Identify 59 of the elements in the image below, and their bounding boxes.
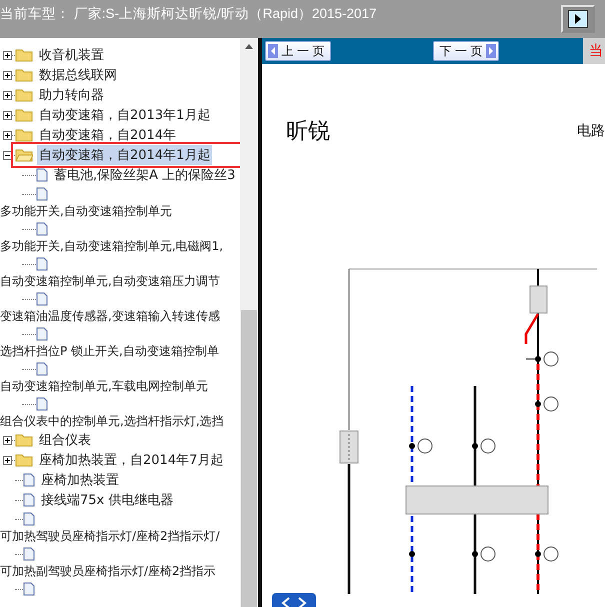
expand-icon[interactable] (3, 436, 12, 444)
scrollbar[interactable] (240, 38, 258, 607)
tree-folder[interactable]: 助力转向器 (37, 85, 106, 105)
tree-folder[interactable]: 座椅加热装置，自2014年7月起 (37, 450, 226, 470)
vehicle-title: 当前车型： 厂家:S-上海斯柯达昕锐/昕动（Rapid）2015-2017 (0, 5, 377, 23)
left-arrow-icon (268, 44, 278, 58)
next-page-button[interactable]: 下 一 页 (433, 41, 499, 61)
tree-item[interactable]: 座椅加热装置 (39, 470, 121, 490)
document-icon (23, 512, 35, 526)
tree-item[interactable]: 自动变速箱控制单元,车载电网控制单元 (0, 378, 208, 395)
panel-toggle-button[interactable] (561, 5, 595, 33)
tree-folder[interactable]: 收音机装置 (37, 45, 106, 65)
tree-folder[interactable]: 数据总线联网 (37, 65, 119, 85)
folder-icon (15, 453, 33, 467)
document-icon (36, 257, 48, 271)
document-icon (36, 222, 48, 236)
tree-item[interactable]: 可加热驾驶员座椅指示灯/座椅2挡指示灯/ (0, 528, 220, 545)
expand-icon[interactable] (3, 456, 12, 464)
previous-page-button[interactable]: 上 一 页 (265, 41, 331, 61)
tree-folder[interactable]: 组合仪表 (37, 430, 93, 450)
document-icon (23, 473, 35, 487)
tree-item[interactable]: 多功能开关,自动变速箱控制单元,电磁阀1, (0, 238, 224, 255)
tree-item[interactable]: 选挡杆挡位P 锁止开关,自动变速箱控制单 (0, 343, 219, 360)
expand-icon[interactable] (3, 50, 12, 60)
document-icon (36, 292, 48, 306)
document-icon (36, 327, 48, 341)
expand-icon[interactable] (3, 70, 12, 80)
folder-icon (15, 48, 33, 62)
document-icon (36, 397, 48, 411)
expand-icon[interactable] (3, 90, 12, 100)
folder-icon (15, 108, 33, 122)
document-icon (36, 187, 48, 201)
current-page-label: 当 (583, 38, 605, 64)
tree-item[interactable]: 接线端75x 供电继电器 (39, 490, 176, 510)
tree-folder[interactable]: 自动变速箱，自2013年1月起 (37, 105, 212, 125)
open-folder-icon (15, 148, 33, 162)
up-arrow-icon[interactable] (245, 44, 253, 48)
folder-icon (15, 88, 33, 102)
expand-icon[interactable] (3, 110, 12, 120)
document-subtitle: 电路 (577, 122, 605, 140)
document-icon (23, 582, 35, 596)
tree-item[interactable]: 可加热副驾驶员座椅指示灯/座椅2挡指示 (0, 563, 216, 580)
tree-item[interactable]: 多功能开关,自动变速箱控制单元 (0, 203, 172, 220)
document-icon (36, 168, 48, 182)
tree-folder[interactable]: 自动变速箱，自2014年1月起 (37, 145, 212, 165)
tree-item[interactable]: 自动变速箱控制单元,自动变速箱压力调节 (0, 273, 220, 290)
document-title: 昕锐 (286, 118, 330, 146)
folder-icon (15, 68, 33, 82)
tree-item[interactable]: 组合仪表中的控制单元,选挡杆指示灯,选挡 (0, 413, 224, 430)
right-arrow-icon (486, 44, 496, 58)
document-icon (23, 493, 35, 507)
document-icon (23, 547, 35, 561)
expand-icon[interactable] (3, 130, 12, 140)
folder-icon (15, 128, 33, 142)
tree-folder[interactable]: 自动变速箱，自2014年 (37, 125, 178, 145)
tree-item[interactable]: 蓄电池,保险丝架A 上的保险丝3 (52, 165, 238, 185)
document-icon (36, 362, 48, 376)
folder-icon (15, 433, 33, 447)
tree-item[interactable]: 变速箱油温度传感器,变速箱输入转速传感 (0, 308, 220, 325)
